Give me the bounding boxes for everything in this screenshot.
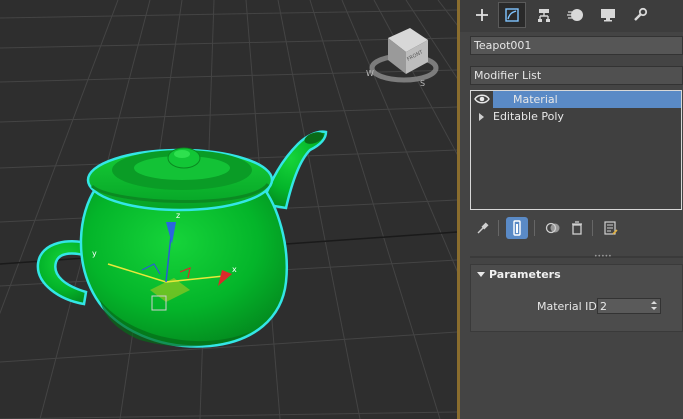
hierarchy-icon <box>538 9 550 22</box>
command-panel-tabs <box>460 0 683 32</box>
parameters-rollout-header[interactable]: Parameters <box>471 265 682 285</box>
material-id-value: 2 <box>600 300 607 313</box>
make-unique-icon <box>545 222 560 234</box>
make-unique-button[interactable] <box>542 217 564 239</box>
material-id-spinner[interactable]: 2 <box>597 298 661 314</box>
toolbar-separator <box>498 220 499 236</box>
y-axis-label: y <box>92 249 97 258</box>
tab-hierarchy[interactable] <box>530 2 558 28</box>
parameters-rollout: Parameters Material ID: 2 <box>470 264 683 332</box>
compass-south-label: S <box>420 79 425 88</box>
modifier-label: Editable Poly <box>493 110 564 123</box>
plus-icon <box>476 9 488 21</box>
splitter-grip[interactable]: ••••• <box>594 254 612 260</box>
modifier-label: Material <box>513 93 558 106</box>
viewport-canvas[interactable]: z y x FRONT W S <box>0 0 457 419</box>
toolbar-separator <box>534 220 535 236</box>
command-panel: Teapot001 Modifier List Material Editabl… <box>460 0 683 419</box>
modify-icon <box>505 8 519 22</box>
pin-stack-button[interactable] <box>472 217 494 239</box>
rollout-title: Parameters <box>489 268 561 281</box>
modifier-stack: Material Editable Poly <box>470 90 682 210</box>
modifier-list-label: Modifier List <box>474 69 542 82</box>
app-root: z y x FRONT W S Teapot001 Modifier List … <box>0 0 683 419</box>
tab-motion[interactable] <box>562 2 590 28</box>
spinner-up-arrow-icon[interactable] <box>651 301 657 304</box>
eye-icon[interactable] <box>474 93 490 105</box>
remove-modifier-icon <box>572 221 582 235</box>
tab-utilities[interactable] <box>626 2 654 28</box>
tab-create[interactable] <box>468 2 496 28</box>
x-axis-label: x <box>232 265 237 274</box>
modifier-list-dropdown[interactable]: Modifier List <box>470 66 683 85</box>
panel-splitter[interactable] <box>470 256 683 258</box>
collapse-triangle-icon <box>477 272 485 277</box>
motion-icon <box>567 9 583 21</box>
viewcube[interactable]: FRONT W S <box>366 28 439 88</box>
tab-modify[interactable] <box>498 2 526 28</box>
show-end-result-icon <box>513 220 521 236</box>
material-id-label: Material ID: <box>537 300 601 313</box>
wrench-icon <box>634 7 648 21</box>
expand-arrow-icon[interactable] <box>479 113 484 121</box>
configure-modifier-sets-button[interactable] <box>600 217 622 239</box>
z-axis-label: z <box>176 211 180 220</box>
object-name-field[interactable]: Teapot001 <box>470 36 683 55</box>
tab-display[interactable] <box>594 2 622 28</box>
pin-stack-icon <box>477 222 489 234</box>
teapot-object[interactable] <box>36 130 328 348</box>
spinner-down-arrow-icon[interactable] <box>651 307 657 310</box>
perspective-viewport[interactable]: z y x FRONT W S <box>0 0 457 419</box>
compass-west-label: W <box>366 69 374 78</box>
object-name-value: Teapot001 <box>474 39 532 52</box>
modifier-item-material[interactable]: Material <box>471 91 681 108</box>
show-end-result-button[interactable] <box>506 217 528 239</box>
toolbar-separator <box>592 220 593 236</box>
modifier-item-editable-poly[interactable]: Editable Poly <box>471 108 681 125</box>
display-icon <box>601 9 615 22</box>
modifier-stack-toolbar <box>470 216 683 242</box>
remove-modifier-button[interactable] <box>566 217 588 239</box>
configure-modifier-sets-icon <box>604 221 618 235</box>
